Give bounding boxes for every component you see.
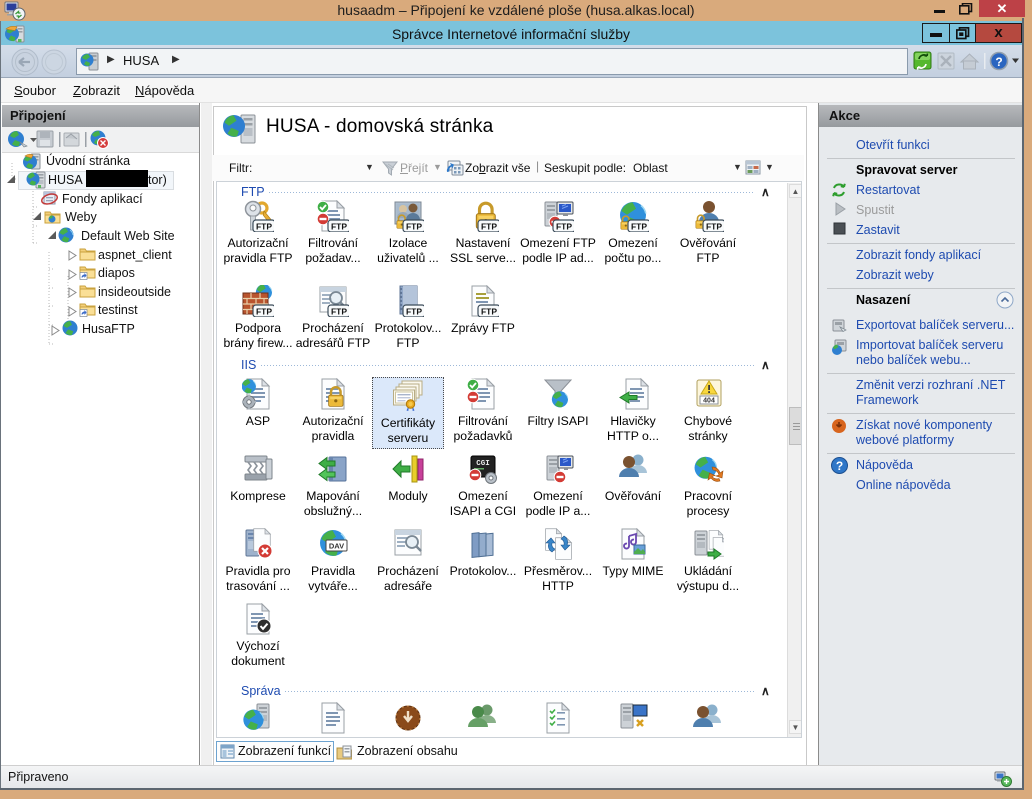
svg-text:DAV: DAV	[329, 542, 344, 551]
svg-text:404: 404	[703, 398, 715, 405]
svg-text:?: ?	[836, 459, 843, 473]
svg-text:CGI: CGI	[476, 460, 490, 468]
svg-text:?: ?	[995, 55, 1002, 69]
